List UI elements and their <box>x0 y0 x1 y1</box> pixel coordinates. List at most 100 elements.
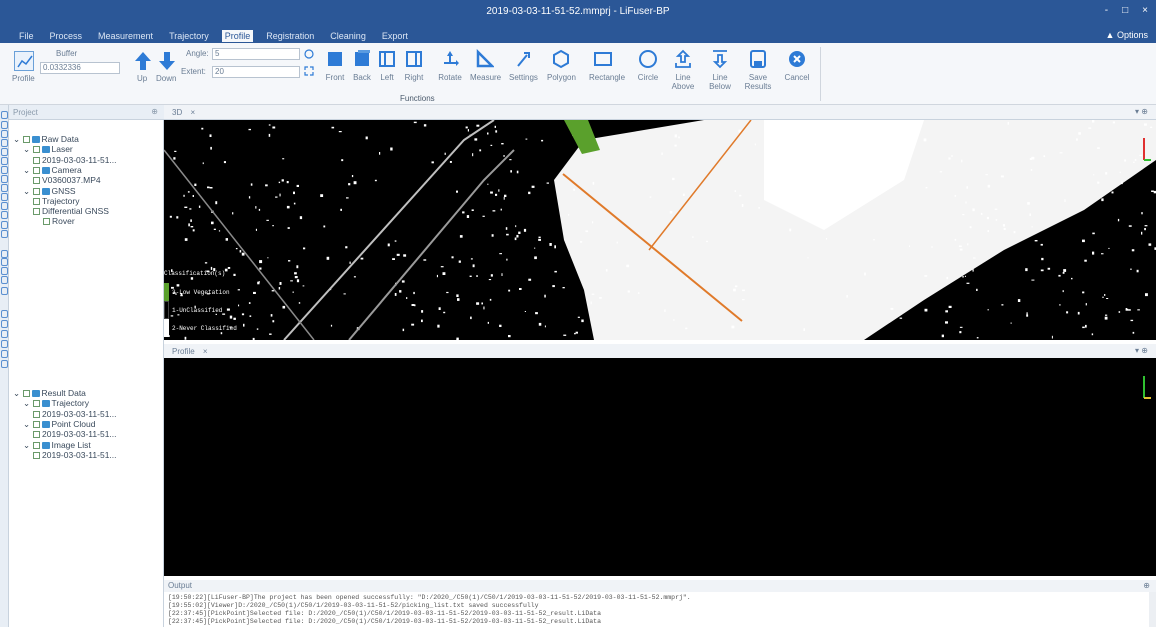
tool-settings-button[interactable]: Settings <box>509 73 538 82</box>
tab-profile[interactable]: Profile <box>172 347 195 356</box>
close-button[interactable]: × <box>1142 5 1148 16</box>
profile-canvas[interactable] <box>164 358 1156 576</box>
tree-item[interactable]: ⌄ Raw Data <box>9 134 164 144</box>
chevron-down-icon[interactable]: ⌄ <box>23 440 30 450</box>
panel-menu-icon[interactable]: ▾ ⊕ <box>1135 107 1148 116</box>
tree-checkbox[interactable] <box>22 390 30 397</box>
profile-label[interactable]: Profile <box>12 74 35 83</box>
strip-tool-icon[interactable] <box>1 193 8 201</box>
tool-front-button[interactable]: Front <box>321 73 349 82</box>
point-cloud-canvas[interactable] <box>164 120 1156 340</box>
menu-profile[interactable]: Profile <box>221 30 254 42</box>
circle-icon[interactable] <box>638 49 658 69</box>
chevron-down-icon[interactable]: ⌄ <box>13 388 20 398</box>
strip-tool-icon[interactable] <box>1 267 8 275</box>
menu-file[interactable]: File <box>16 30 37 42</box>
menu-registration[interactable]: Registration <box>263 30 317 42</box>
rectangle-icon[interactable] <box>593 49 613 69</box>
right-view-icon[interactable] <box>404 49 424 69</box>
cancel-icon[interactable] <box>787 49 807 69</box>
maximize-button[interactable]: □ <box>1122 5 1128 16</box>
angle-input[interactable]: 5 <box>212 48 300 60</box>
chevron-down-icon[interactable]: ⌄ <box>23 144 30 154</box>
down-button[interactable]: Down <box>156 74 176 83</box>
save-icon[interactable] <box>748 49 768 69</box>
tree-checkbox[interactable] <box>32 441 40 449</box>
tree-item[interactable]: 2019-03-03-11-51... <box>9 155 164 165</box>
tree-item[interactable]: Trajectory <box>9 196 164 206</box>
tree-checkbox[interactable] <box>22 136 30 143</box>
tree-checkbox[interactable] <box>33 451 40 459</box>
strip-tool-icon[interactable] <box>1 340 8 348</box>
3d-point-cloud-view[interactable]: Classification(s) 3-Low Vegetation 1-UnCl… <box>164 120 1156 340</box>
strip-tool-icon[interactable] <box>1 139 8 147</box>
buffer-input[interactable]: 0.0332336 <box>40 62 120 74</box>
tree-item[interactable]: ⌄ Trajectory <box>9 398 164 408</box>
strip-tool-icon[interactable] <box>1 350 8 358</box>
strip-tool-icon[interactable] <box>1 121 8 129</box>
tree-checkbox[interactable] <box>32 146 40 154</box>
tree-checkbox[interactable] <box>32 400 40 408</box>
line-below-icon[interactable] <box>710 49 730 69</box>
strip-tool-icon[interactable] <box>1 230 8 238</box>
strip-tool-icon[interactable] <box>1 202 8 210</box>
options-button[interactable]: ▲ Options <box>1106 30 1148 40</box>
expand-icon[interactable] <box>303 65 315 77</box>
strip-tool-icon[interactable] <box>1 111 8 119</box>
chevron-down-icon[interactable]: ⌄ <box>23 165 30 175</box>
chevron-down-icon[interactable]: ⌄ <box>23 419 30 429</box>
chevron-down-icon[interactable]: ⌄ <box>23 186 30 196</box>
tree-item[interactable]: Rover <box>9 216 164 226</box>
tree-item[interactable]: 2019-03-03-11-51... <box>9 429 164 439</box>
tool-cancel-button[interactable]: Cancel <box>783 73 811 82</box>
strip-tool-icon[interactable] <box>1 258 8 266</box>
strip-tool-icon[interactable] <box>1 130 8 138</box>
tree-checkbox[interactable] <box>43 218 50 226</box>
polygon-icon[interactable] <box>551 49 571 69</box>
front-view-icon[interactable] <box>325 49 345 69</box>
close-icon[interactable]: × <box>203 347 208 356</box>
strip-tool-icon[interactable] <box>1 175 8 183</box>
tree-item[interactable]: ⌄ Camera <box>9 165 164 175</box>
tree-item[interactable]: ⌄ Point Cloud <box>9 419 164 429</box>
pin-icon[interactable]: ⊕ <box>151 107 158 116</box>
tool-rotate-button[interactable]: Rotate <box>436 73 464 82</box>
strip-tool-icon[interactable] <box>1 250 8 258</box>
menu-process[interactable]: Process <box>47 30 86 42</box>
tree-checkbox[interactable] <box>33 208 40 216</box>
tab-3d[interactable]: 3D <box>172 108 182 117</box>
profile-view[interactable] <box>164 358 1156 576</box>
strip-tool-icon[interactable] <box>1 360 8 368</box>
menu-cleaning[interactable]: Cleaning <box>327 30 369 42</box>
left-view-icon[interactable] <box>377 49 397 69</box>
tool-left-button[interactable]: Left <box>373 73 401 82</box>
tree-item[interactable]: 2019-03-03-11-51... <box>9 450 164 460</box>
strip-tool-icon[interactable] <box>1 287 8 295</box>
tool-right-button[interactable]: Right <box>400 73 428 82</box>
tree-checkbox[interactable] <box>33 197 40 205</box>
rotate-icon[interactable] <box>440 49 460 69</box>
tool-circle-button[interactable]: Circle <box>634 73 662 82</box>
tree-checkbox[interactable] <box>33 177 40 185</box>
arrow-down-icon[interactable] <box>157 51 177 71</box>
tool-back-button[interactable]: Back <box>348 73 376 82</box>
minimize-button[interactable]: - <box>1105 5 1108 16</box>
strip-tool-icon[interactable] <box>1 184 8 192</box>
strip-tool-icon[interactable] <box>1 221 8 229</box>
tree-item[interactable]: ⌄ Laser <box>9 144 164 154</box>
tool-line-below-button[interactable]: Line Below <box>706 73 734 91</box>
tree-item[interactable]: ⌄ Image List <box>9 440 164 450</box>
close-icon[interactable]: × <box>190 108 195 117</box>
profile-chart-icon[interactable] <box>14 51 34 71</box>
tree-checkbox[interactable] <box>33 431 40 439</box>
menu-export[interactable]: Export <box>379 30 411 42</box>
chevron-down-icon[interactable]: ⌄ <box>13 134 20 144</box>
strip-tool-icon[interactable] <box>1 166 8 174</box>
strip-tool-icon[interactable] <box>1 276 8 284</box>
tree-checkbox[interactable] <box>32 420 40 428</box>
tree-checkbox[interactable] <box>33 156 40 164</box>
back-view-icon[interactable] <box>352 49 372 69</box>
tool-measure-button[interactable]: Measure <box>470 73 501 82</box>
tree-item[interactable]: 2019-03-03-11-51... <box>9 409 164 419</box>
strip-tool-icon[interactable] <box>1 320 8 328</box>
